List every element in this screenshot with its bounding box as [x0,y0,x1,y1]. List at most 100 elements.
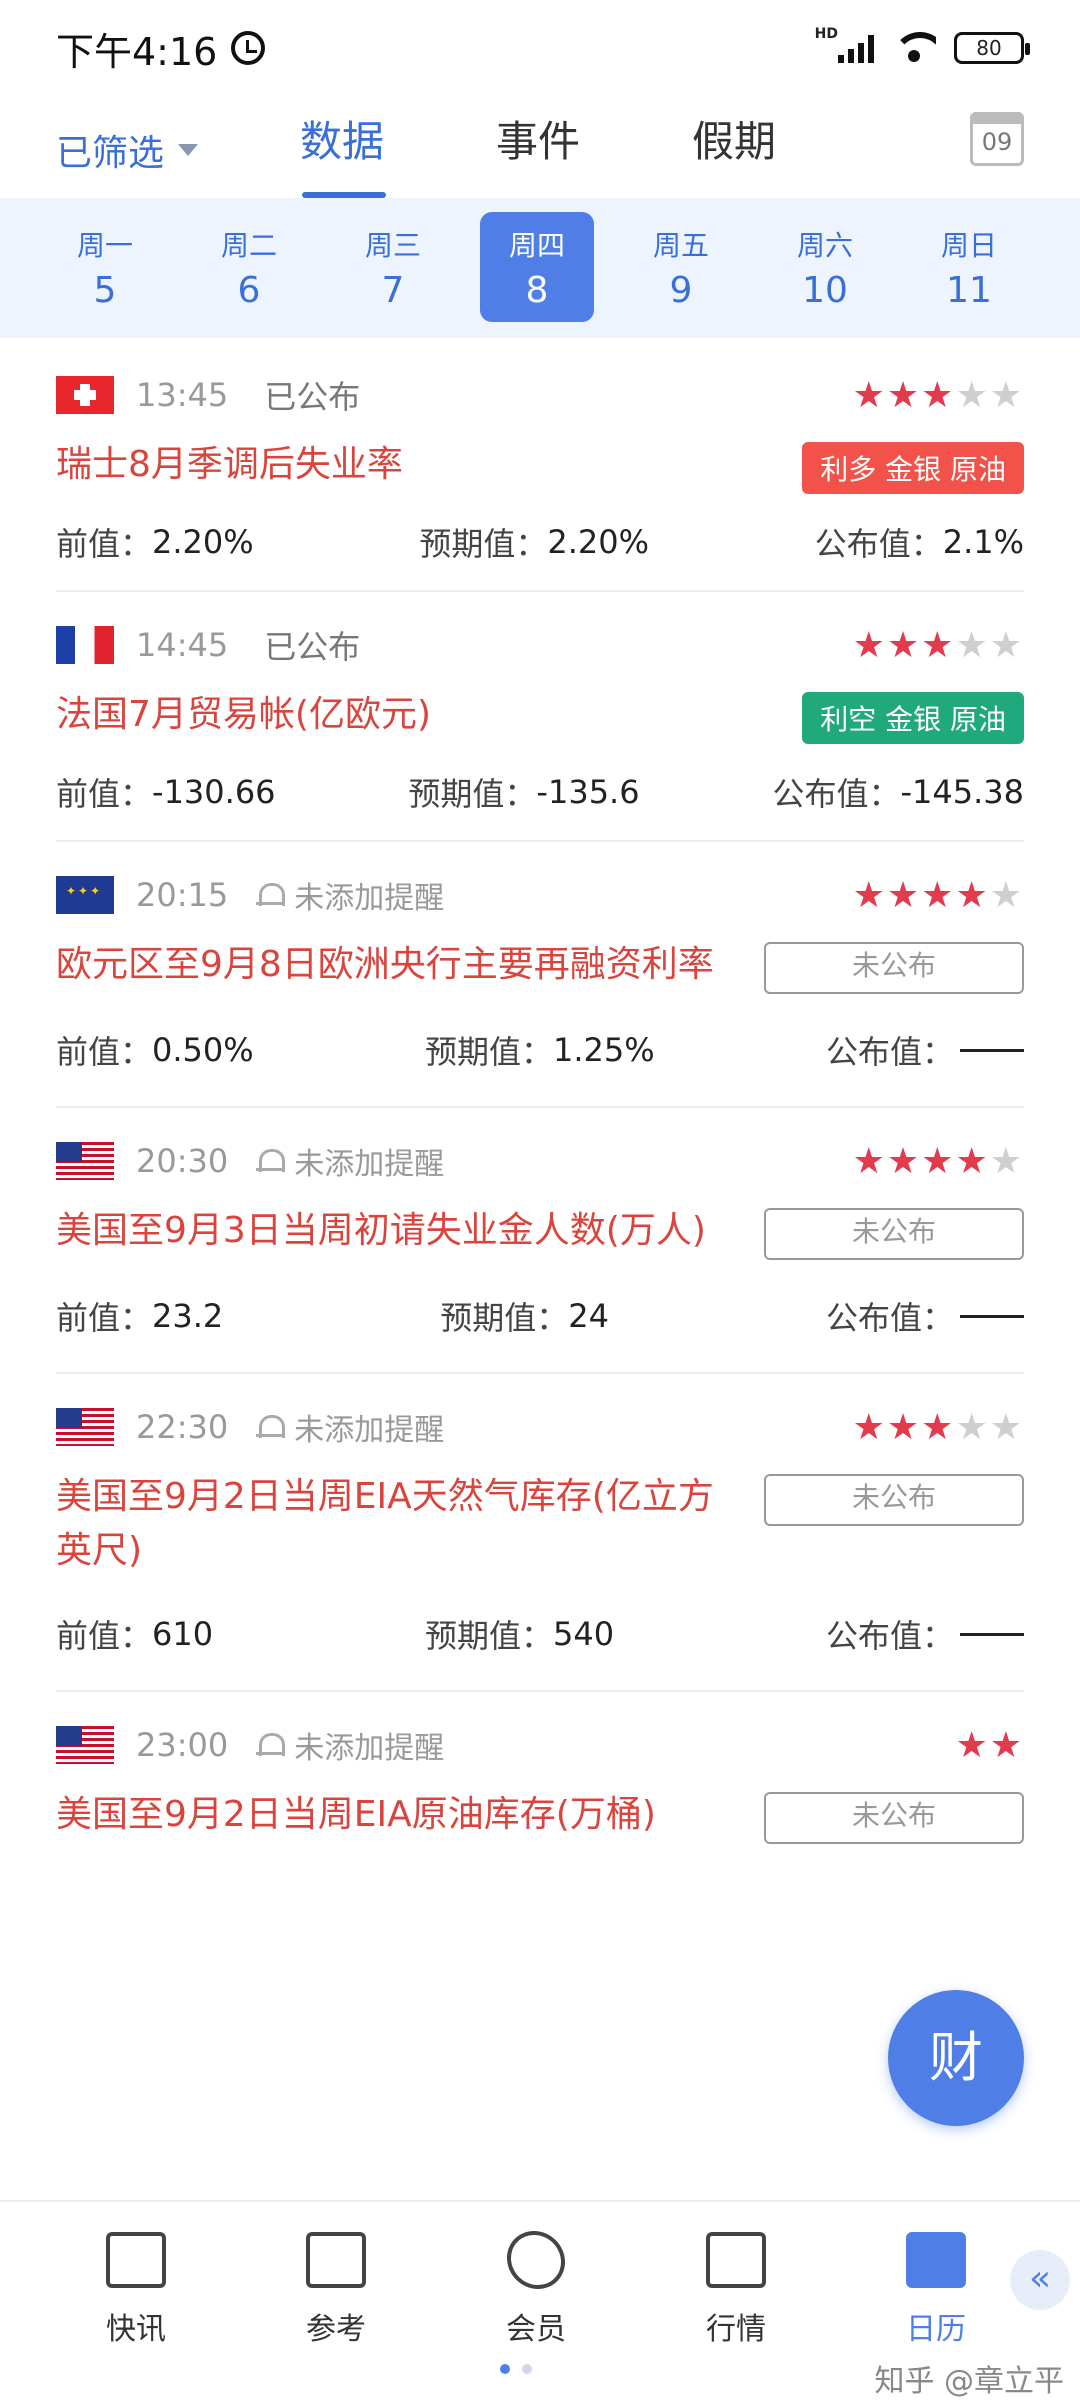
reminder-label[interactable]: 未添加提醒 [294,1405,444,1449]
previous-value: 前值： 23.2 [56,1297,224,1337]
calendar-icon[interactable]: 09 [970,112,1024,166]
calendar-icon [906,2232,966,2288]
previous-value: 前值： 610 [56,1615,214,1655]
event-card[interactable]: 13:45 已公布 ★★★★★ 瑞士8月季调后失业率 利多 金银 原油 前值： 2… [56,352,1024,592]
status-bar: 下午4:16 HD 80 [0,0,1080,96]
bell-icon[interactable] [256,1147,286,1175]
event-time: 20:15 [136,876,229,914]
day-sunday[interactable]: 周日 11 [912,198,1026,338]
chart-trend-icon [706,2232,766,2288]
event-card[interactable]: 22:30 未添加提醒 ★★★★★ 美国至9月2日当周EIA天然气库存(亿立方英… [56,1384,1024,1692]
actual-value: 公布值： [826,1027,1024,1073]
alarm-icon [231,31,266,65]
pending-tag: 未公布 [764,1792,1024,1844]
eu-flag-icon [56,876,114,914]
us-flag-icon [56,1726,114,1764]
switzerland-flag-icon [56,376,114,414]
nav-reference[interactable]: 参考 [236,2202,436,2400]
previous-value: 前值： 0.50% [56,1031,254,1071]
forecast-value: 预期值： 24 [440,1297,609,1337]
forecast-value: 预期值： 1.25% [424,1031,655,1071]
filter-dropdown[interactable]: 已筛选 [56,124,199,176]
forecast-value: 预期值： -135.6 [408,773,640,813]
importance-stars: ★★ [955,1724,1024,1766]
watermark: 知乎 @章立平 [874,2364,1064,2399]
reminder-label[interactable]: 未添加提醒 [294,873,444,917]
event-card[interactable]: 14:45 已公布 ★★★★★ 法国7月贸易帐(亿欧元) 利空 金银 原油 前值… [56,602,1024,842]
france-flag-icon [56,626,114,664]
reminder-label[interactable]: 未添加提醒 [294,1139,444,1183]
pending-tag: 未公布 [764,942,1024,994]
event-time: 22:30 [136,1408,229,1446]
empty-dash [959,1048,1024,1052]
day-wednesday[interactable]: 周三 7 [336,198,450,338]
actual-value: 公布值： [826,1611,1024,1657]
top-nav: 已筛选 数据 事件 假期 09 [0,100,1080,200]
nav-market[interactable]: 行情 [636,2202,836,2400]
status-icons: HD 80 [815,26,1030,64]
importance-stars: ★★★★★ [852,374,1024,416]
tab-data[interactable]: 数据 [300,108,496,198]
importance-stars: ★★★★★ [852,1406,1024,1448]
day-thursday[interactable]: 周四 8 [480,212,594,322]
empty-dash [959,1314,1024,1318]
event-status: 已公布 [264,378,361,416]
bell-icon[interactable] [256,1731,286,1759]
week-selector: 周一 5 周二 6 周三 7 周四 8 周五 9 周六 10 周日 11 [0,198,1080,338]
day-tuesday[interactable]: 周二 6 [192,198,306,338]
actual-value: 公布值： [826,1293,1024,1339]
event-time: 14:45 [136,626,229,664]
impact-tag: 利多 金银 原油 [802,442,1024,494]
collapse-button[interactable]: « [1010,2250,1070,2310]
bell-icon[interactable] [256,1413,286,1441]
event-list: 13:45 已公布 ★★★★★ 瑞士8月季调后失业率 利多 金银 原油 前值： 2… [56,342,1024,1844]
event-title: 美国至9月3日当周初请失业金人数(万人) [56,1210,706,1251]
day-friday[interactable]: 周五 9 [624,198,738,338]
signal-icon [838,33,874,63]
bell-icon[interactable] [256,881,286,909]
event-status: 已公布 [264,628,361,666]
impact-tag: 利空 金银 原油 [802,692,1024,744]
event-time: 23:00 [136,1726,229,1764]
previous-value: 前值： -130.66 [56,773,276,813]
tab-holidays[interactable]: 假期 [692,108,888,198]
filter-label: 已筛选 [56,133,165,174]
tab-events[interactable]: 事件 [496,108,692,198]
pending-tag: 未公布 [764,1208,1024,1260]
hd-label: HD [814,26,838,42]
page-indicator [500,2364,532,2374]
vip-diamond-icon [494,2218,578,2302]
importance-stars: ★★★★★ [852,1140,1024,1182]
event-time: 20:30 [136,1142,229,1180]
event-title: 法国7月贸易帐(亿欧元) [56,694,431,735]
wifi-icon [892,32,936,64]
us-flag-icon [56,1142,114,1180]
event-card[interactable]: 23:00 未添加提醒 ★★ 美国至9月2日当周EIA原油库存(万桶) 未公布 [56,1702,1024,1844]
event-time: 13:45 [136,376,229,414]
importance-stars: ★★★★★ [852,874,1024,916]
day-monday[interactable]: 周一 5 [48,198,162,338]
event-title: 美国至9月2日当周EIA原油库存(万桶) [56,1794,656,1835]
us-flag-icon [56,1408,114,1446]
empty-dash [959,1632,1024,1636]
actual-value: 公布值： 2.1% [814,523,1024,563]
chevron-down-icon [178,144,199,156]
event-title: 欧元区至9月8日欧洲央行主要再融资利率 [56,944,714,985]
nav-news[interactable]: 快讯 [36,2202,236,2400]
reference-card-icon [306,2232,366,2288]
event-card[interactable]: 20:15 未添加提醒 ★★★★★ 欧元区至9月8日欧洲央行主要再融资利率 未公… [56,852,1024,1108]
event-card[interactable]: 20:30 未添加提醒 ★★★★★ 美国至9月3日当周初请失业金人数(万人) 未… [56,1118,1024,1374]
previous-value: 前值： 2.20% [56,523,254,563]
event-title: 瑞士8月季调后失业率 [56,444,403,485]
nav-vip[interactable]: 会员 [436,2202,636,2400]
event-title: 美国至9月2日当周EIA天然气库存(亿立方英尺) [56,1476,714,1571]
finance-fab-button[interactable]: 财 [888,1990,1024,2126]
day-saturday[interactable]: 周六 10 [768,198,882,338]
battery-icon: 80 [954,32,1030,64]
importance-stars: ★★★★★ [852,624,1024,666]
pending-tag: 未公布 [764,1474,1024,1526]
reminder-label[interactable]: 未添加提醒 [294,1723,444,1767]
clock: 下午4:16 [56,29,218,74]
tab-bar: 数据 事件 假期 [300,108,888,198]
actual-value: 公布值： -145.38 [772,773,1024,813]
